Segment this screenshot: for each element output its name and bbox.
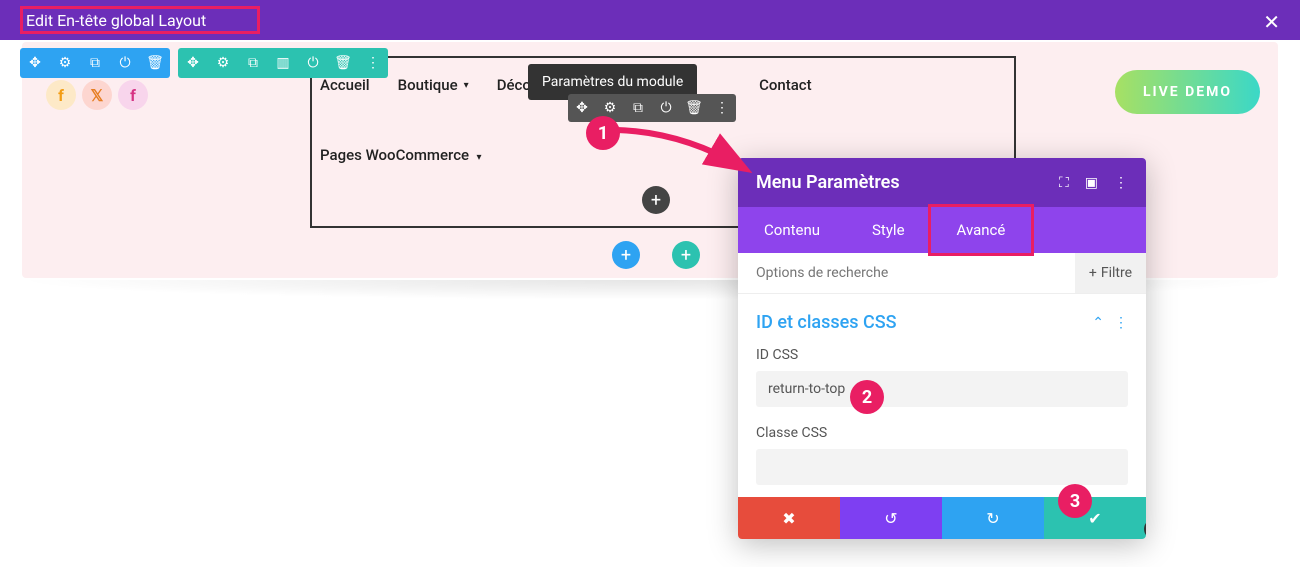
- plus-icon: +: [1089, 265, 1097, 281]
- power-icon[interactable]: ⏻: [298, 48, 328, 78]
- power-icon[interactable]: ⏻: [110, 48, 140, 78]
- redo-button[interactable]: ↻: [942, 497, 1044, 539]
- add-section-button[interactable]: +: [672, 241, 700, 269]
- gear-icon[interactable]: ⚙: [50, 48, 80, 78]
- grid-icon[interactable]: ▣: [1085, 175, 1098, 191]
- marker-3: 3: [1058, 484, 1092, 518]
- section-header[interactable]: ID et classes CSS ⌃ ⋮: [738, 294, 1146, 341]
- move-icon[interactable]: ✥: [20, 48, 50, 78]
- facebook-icon[interactable]: f: [46, 80, 76, 110]
- search-row: +Filtre: [738, 253, 1146, 294]
- class-css-field: Classe CSS: [738, 419, 1146, 497]
- chevron-down-icon: ▾: [464, 80, 469, 91]
- section-toolbar: ✥ ⚙ ⧉ ▥ ⏻ 🗑 ⋮: [178, 48, 388, 78]
- move-icon[interactable]: ✥: [568, 94, 596, 122]
- id-css-label: ID CSS: [756, 347, 1128, 363]
- undo-button[interactable]: ↺: [840, 497, 942, 539]
- search-input[interactable]: [756, 253, 1075, 293]
- cancel-button[interactable]: ✖: [738, 497, 840, 539]
- arrow-annotation: [612, 122, 762, 182]
- id-css-field: ID CSS: [738, 341, 1146, 419]
- more-icon[interactable]: ⋮: [1114, 315, 1128, 331]
- topbar: Edit En-tête global Layout ✕: [0, 0, 1300, 40]
- chevron-down-icon: ▾: [477, 152, 482, 163]
- marker-2: 2: [850, 380, 884, 414]
- duplicate-icon[interactable]: ⧉: [80, 48, 110, 78]
- nav-contact[interactable]: Contact: [759, 76, 812, 94]
- duplicate-icon[interactable]: ⧉: [238, 48, 268, 78]
- move-icon[interactable]: ✥: [178, 48, 208, 78]
- trash-icon[interactable]: 🗑: [140, 48, 170, 78]
- more-icon[interactable]: ⋮: [1114, 175, 1128, 191]
- class-css-input[interactable]: [756, 449, 1128, 485]
- gear-icon[interactable]: ⚙: [208, 48, 238, 78]
- expand-icon[interactable]: ⛶: [1059, 175, 1069, 191]
- instagram-icon[interactable]: f: [118, 80, 148, 110]
- id-css-input[interactable]: [756, 371, 1128, 407]
- topbar-title: Edit En-tête global Layout: [20, 9, 212, 32]
- filter-button[interactable]: +Filtre: [1075, 253, 1146, 293]
- section-title: ID et classes CSS: [756, 312, 897, 333]
- panel-header: Menu Paramètres ⛶ ▣ ⋮: [738, 158, 1146, 207]
- trash-icon[interactable]: 🗑: [328, 48, 358, 78]
- add-row-button[interactable]: +: [612, 241, 640, 269]
- nav-accueil[interactable]: Accueil: [320, 76, 370, 94]
- marker-1: 1: [586, 116, 620, 150]
- tab-style[interactable]: Style: [846, 207, 931, 253]
- class-css-label: Classe CSS: [756, 425, 1128, 441]
- duplicate-icon[interactable]: ⧉: [624, 94, 652, 122]
- more-icon[interactable]: ⋮: [708, 94, 736, 122]
- nav-boutique[interactable]: Boutique ▾: [398, 76, 469, 94]
- columns-icon[interactable]: ▥: [268, 48, 298, 78]
- close-icon[interactable]: ✕: [1263, 10, 1280, 34]
- add-module-button[interactable]: +: [642, 186, 670, 214]
- chevron-up-icon[interactable]: ⌃: [1092, 315, 1104, 331]
- panel-tabs: Contenu Style Avancé: [738, 207, 1146, 253]
- tab-content[interactable]: Contenu: [738, 207, 846, 253]
- social-icons: f 𝕏 f: [46, 80, 148, 110]
- row-toolbar: ✥ ⚙ ⧉ ⏻ 🗑: [20, 48, 170, 78]
- panel-title: Menu Paramètres: [756, 172, 900, 193]
- more-icon[interactable]: ⋮: [358, 48, 388, 78]
- tab-advanced[interactable]: Avancé: [931, 207, 1032, 253]
- settings-panel: Menu Paramètres ⛶ ▣ ⋮ Contenu Style Avan…: [738, 158, 1146, 539]
- trash-icon[interactable]: 🗑: [680, 94, 708, 122]
- twitter-icon[interactable]: 𝕏: [82, 80, 112, 110]
- nav-woocommerce[interactable]: Pages WooCommerce ▾: [320, 146, 482, 164]
- power-icon[interactable]: ⏻: [652, 94, 680, 122]
